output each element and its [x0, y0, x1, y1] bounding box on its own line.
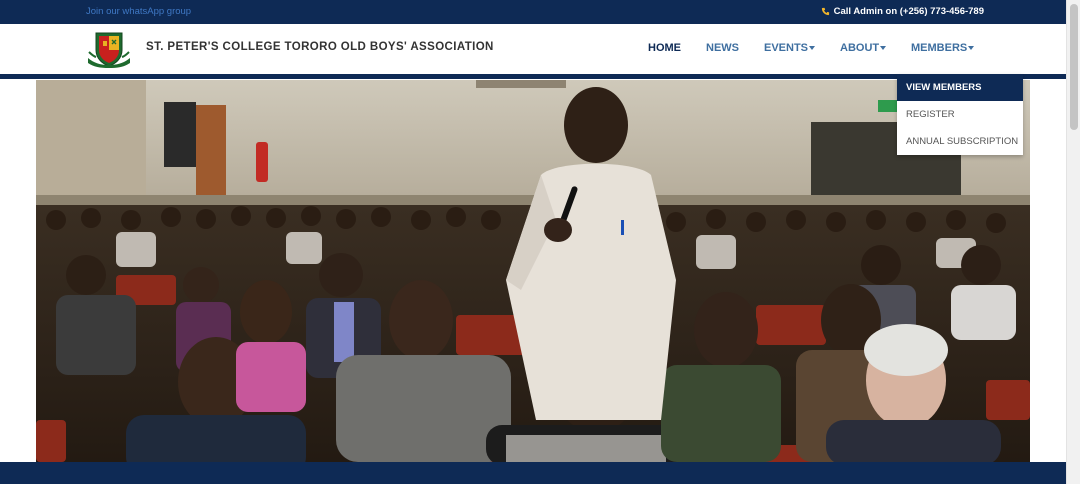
chevron-down-icon	[880, 46, 887, 51]
dropdown-item-annual-subscription[interactable]: ANNUAL SUBSCRIPTION	[897, 128, 1023, 155]
admin-contact: Call Admin on (+256) 773-456-789	[821, 6, 984, 17]
phone-icon	[821, 7, 829, 16]
top-bar: Join our whatsApp group Call Admin on (+…	[0, 0, 1066, 24]
nav-members[interactable]: MEMBERS	[911, 42, 975, 54]
whatsapp-group-link[interactable]: Join our whatsApp group	[86, 6, 191, 17]
admin-contact-text: Call Admin on (+256) 773-456-789	[833, 6, 984, 17]
members-dropdown-menu: VIEW MEMBERS REGISTER ANNUAL SUBSCRIPTIO…	[897, 74, 1023, 155]
chevron-down-icon	[809, 46, 816, 51]
nav-events-label: EVENTS	[764, 42, 809, 54]
main-nav: HOME NEWS EVENTS ABOUT MEMBERS	[0, 42, 1066, 58]
nav-events[interactable]: EVENTS	[764, 42, 816, 54]
nav-home-label: HOME	[648, 42, 681, 54]
page: Join our whatsApp group Call Admin on (+…	[0, 0, 1080, 484]
hero-image	[36, 80, 1030, 462]
footer-bar	[0, 462, 1066, 484]
nav-home[interactable]: HOME	[648, 42, 681, 54]
nav-news[interactable]: NEWS	[706, 42, 739, 54]
page-scrollbar[interactable]	[1066, 0, 1080, 484]
nav-about[interactable]: ABOUT	[840, 42, 887, 54]
dropdown-item-register[interactable]: REGISTER	[897, 101, 1023, 128]
nav-news-label: NEWS	[706, 42, 739, 54]
dropdown-item-view-members[interactable]: VIEW MEMBERS	[897, 74, 1023, 101]
hero-photo	[36, 80, 1030, 462]
nav-about-label: ABOUT	[840, 42, 880, 54]
chevron-down-icon	[968, 46, 975, 51]
nav-members-label: MEMBERS	[911, 42, 968, 54]
header: ST. PETER'S COLLEGE TORORO OLD BOYS' ASS…	[0, 24, 1066, 74]
scrollbar-thumb[interactable]	[1070, 4, 1078, 130]
